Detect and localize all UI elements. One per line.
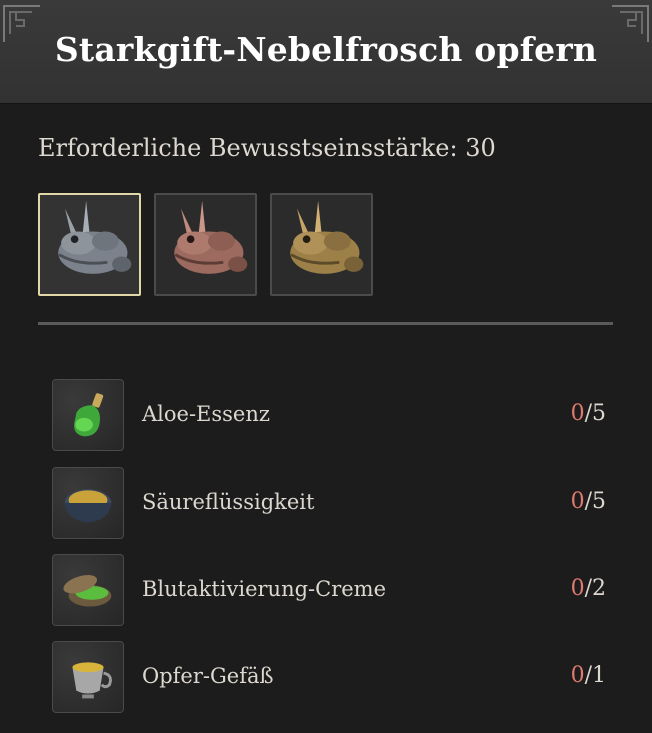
material-name: Aloe-Essenz <box>142 402 270 426</box>
variant-slot-gold[interactable] <box>270 193 373 296</box>
material-row[interactable]: Säureflüssigkeit 0/5 <box>52 467 612 539</box>
divider <box>38 322 613 325</box>
acid-liquid-bowl-icon <box>64 489 112 523</box>
material-row[interactable]: Aloe-Essenz 0/5 <box>52 379 612 451</box>
material-slot[interactable] <box>52 467 124 539</box>
material-slot[interactable] <box>52 641 124 713</box>
material-name: Opfer-Gefäß <box>142 664 274 688</box>
sacrificial-vessel-cup-icon <box>72 662 112 699</box>
requirement-text: Erforderliche Bewusstseinsstärke: 30 <box>38 134 496 162</box>
material-row[interactable]: Opfer-Gefäß 0/1 <box>52 641 612 713</box>
material-row[interactable]: Blutaktivierung-Creme 0/2 <box>52 554 612 626</box>
blood-activation-cream-icon <box>63 575 112 607</box>
frog-grey-icon <box>58 200 132 274</box>
material-name: Säureflüssigkeit <box>142 490 315 514</box>
aloe-essence-bottle-icon <box>74 393 104 437</box>
frog-gold-icon <box>290 200 364 274</box>
material-count: 0/5 <box>570 489 606 514</box>
material-count: 0/2 <box>570 576 606 601</box>
variant-slot-pink[interactable] <box>154 193 257 296</box>
variant-slot-grey[interactable] <box>38 193 141 296</box>
page-title: Starkgift-Nebelfrosch opfern <box>54 30 598 69</box>
material-name: Blutaktivierung-Creme <box>142 577 387 601</box>
material-count: 0/1 <box>570 663 606 688</box>
material-slot[interactable] <box>52 554 124 626</box>
material-count: 0/5 <box>570 401 606 426</box>
title-bar: Starkgift-Nebelfrosch opfern <box>0 0 652 104</box>
frog-pink-icon <box>174 200 248 274</box>
material-slot[interactable] <box>52 379 124 451</box>
